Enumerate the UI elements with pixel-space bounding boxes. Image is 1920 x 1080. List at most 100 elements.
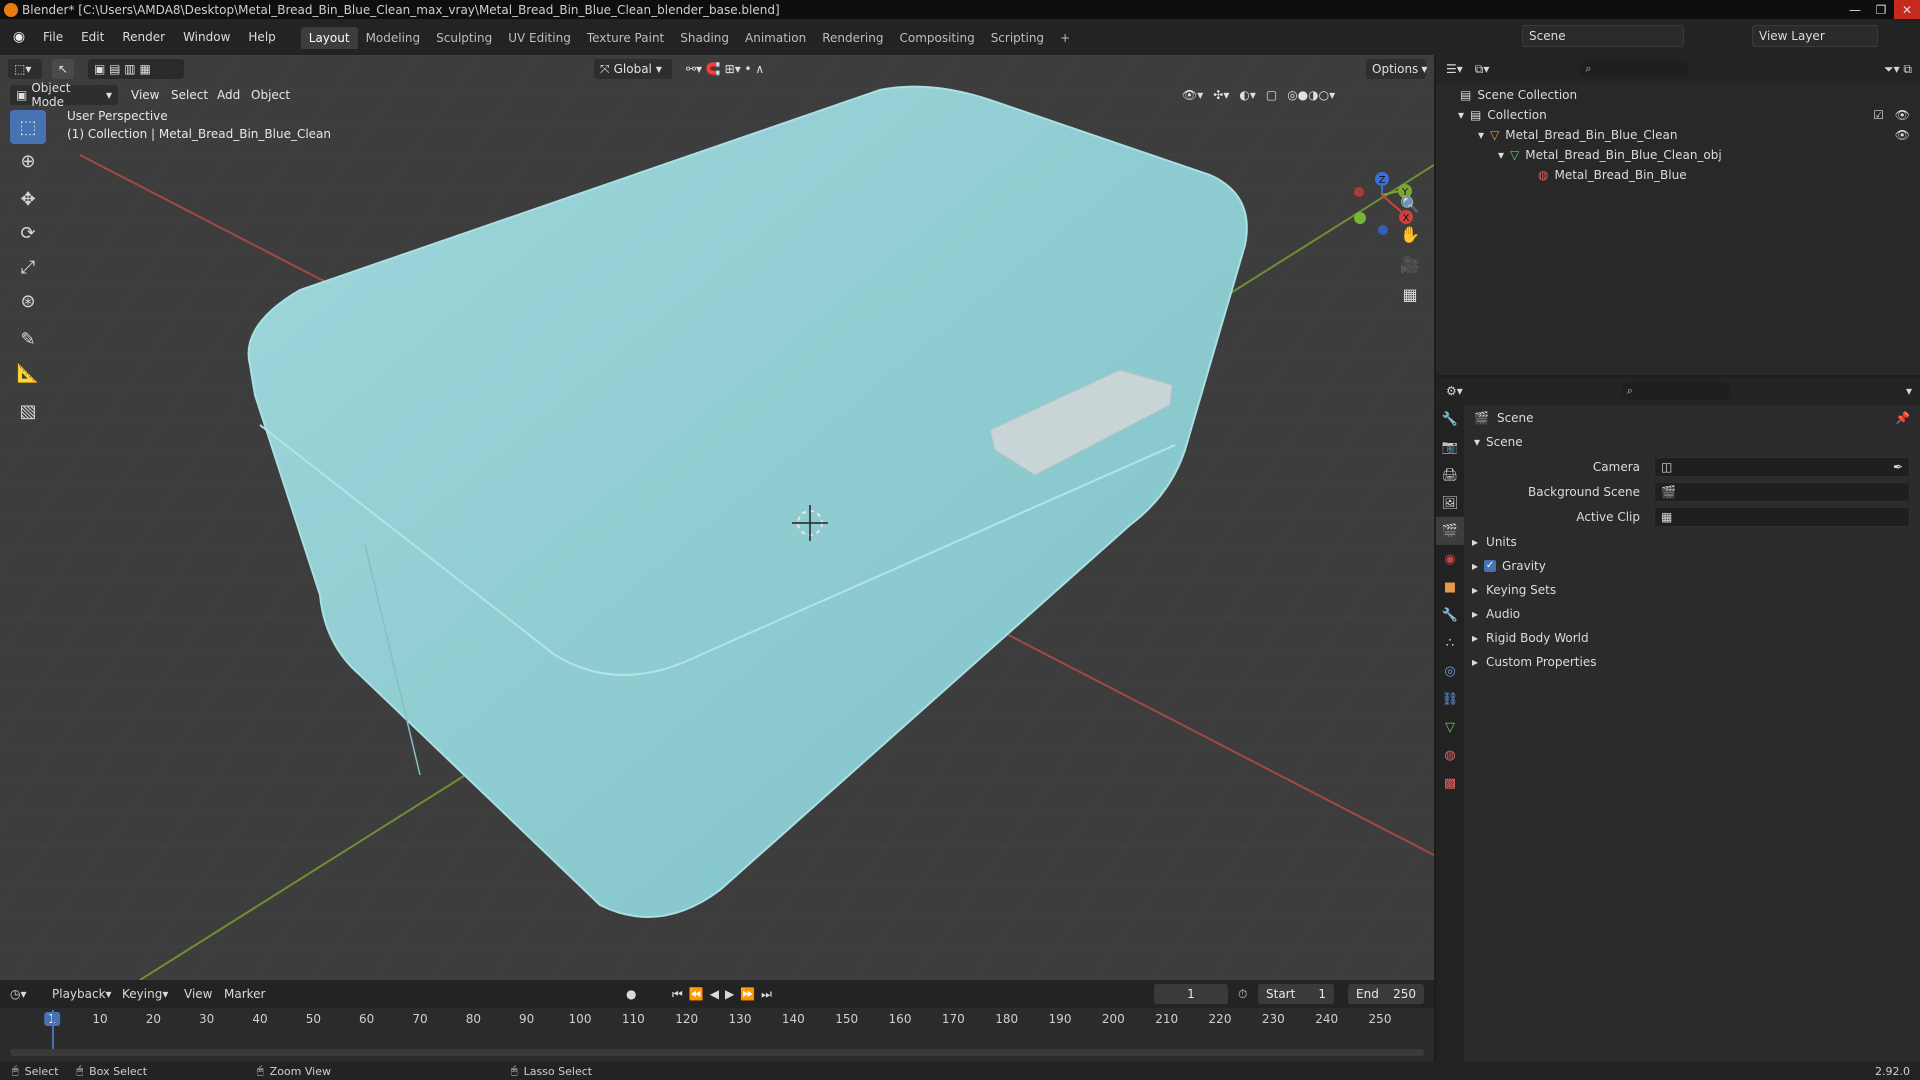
tab-output[interactable]: 🖨 [1436, 461, 1464, 489]
tab-layout[interactable]: Layout [300, 27, 358, 49]
select-box-tool[interactable]: ⬚ [10, 110, 46, 144]
tweak-tool-button[interactable]: ↖ [52, 59, 74, 79]
panel-rigid-body-world[interactable]: ▸ Rigid Body World [1472, 627, 1589, 649]
maximize-button[interactable]: ❐ [1868, 0, 1894, 19]
blender-menu-icon[interactable]: ◉ [10, 28, 28, 46]
camera-view-icon[interactable]: 🎥 [1397, 251, 1423, 277]
tab-compositing[interactable]: Compositing [891, 27, 982, 49]
menu-help[interactable]: Help [239, 30, 284, 44]
tab-particles[interactable]: ∴ [1436, 629, 1464, 657]
eye-icon[interactable]: 👁 [1895, 128, 1910, 142]
annotate-tool[interactable]: ✎ [10, 322, 46, 356]
gravity-checkbox[interactable]: ✓ [1484, 560, 1497, 572]
snapping-tools[interactable]: ⚯▾ 🧲 ⊞▾ • ∧ [680, 59, 790, 79]
menu-window[interactable]: Window [174, 30, 239, 44]
scene-panel-header[interactable]: ▾ Scene [1474, 431, 1523, 453]
close-button[interactable]: ✕ [1894, 0, 1920, 19]
outliner-editor-icon[interactable]: ☰▾ [1446, 62, 1463, 76]
camera-field[interactable]: ◫ ✒ [1654, 457, 1910, 477]
viewport-menu-select[interactable]: Select [171, 88, 208, 102]
tab-tool[interactable]: 🔧 [1436, 405, 1464, 433]
perspective-grid-icon[interactable]: ▦ [1397, 281, 1423, 307]
playhead[interactable] [52, 1010, 54, 1054]
panel-units[interactable]: ▸ Units [1472, 531, 1517, 553]
tab-physics[interactable]: ◎ [1436, 657, 1464, 685]
eyedropper-icon[interactable]: ✒ [1893, 460, 1903, 474]
expand-arrow-icon[interactable]: ▾ [1478, 128, 1484, 142]
tab-object[interactable]: ■ [1436, 573, 1464, 601]
cursor-tool[interactable]: ⊕ [10, 144, 46, 178]
outliner-row-material[interactable]: ◍ Metal_Bread_Bin_Blue [1436, 165, 1920, 185]
menu-edit[interactable]: Edit [72, 30, 113, 44]
tab-scene[interactable]: 🎬 [1436, 517, 1464, 545]
viewport-menu-view[interactable]: View [131, 88, 159, 102]
tab-render[interactable]: 📷 [1436, 433, 1464, 461]
current-frame-field[interactable]: 1 [1154, 984, 1228, 1004]
tab-modifiers[interactable]: 🔧 [1436, 601, 1464, 629]
viewport-shading-controls[interactable]: 👁▾ ✣▾ ◐▾ ▢ ◎●◑○▾ [1176, 85, 1426, 105]
menu-playback[interactable]: Playback ▾ [52, 984, 112, 1004]
frame-ruler[interactable]: 1102030405060708090100110120130140150160… [0, 1008, 1434, 1032]
tab-scripting[interactable]: Scripting [983, 27, 1052, 49]
expand-arrow-icon[interactable]: ▾ [1498, 148, 1504, 162]
panel-keying-sets[interactable]: ▸ Keying Sets [1472, 579, 1556, 601]
end-frame-field[interactable]: End 250 [1348, 984, 1424, 1004]
exclude-checkbox[interactable]: ☑ [1873, 108, 1884, 122]
view-layer-selector[interactable]: View Layer [1752, 25, 1878, 47]
menu-render[interactable]: Render [113, 30, 174, 44]
object-mode-dropdown[interactable]: ▣ Object Mode ▾ [10, 81, 118, 109]
tab-animation[interactable]: Animation [737, 27, 814, 49]
outliner-row-mesh[interactable]: ▾ ▽ Metal_Bread_Bin_Blue_Clean_obj [1436, 145, 1920, 165]
measure-tool[interactable]: 📐 [10, 356, 46, 390]
tab-material[interactable]: ◍ [1436, 741, 1464, 769]
panel-gravity[interactable]: ▸ ✓ Gravity [1472, 555, 1546, 577]
scale-tool[interactable]: ⤢ [10, 250, 46, 284]
display-mode-icon[interactable]: ⧉▾ [1475, 62, 1490, 77]
eye-icon[interactable]: 👁 [1895, 108, 1910, 122]
rotate-tool[interactable]: ⟳ [10, 216, 46, 250]
tab-texture-paint[interactable]: Texture Paint [579, 27, 672, 49]
tab-world[interactable]: ◉ [1436, 545, 1464, 573]
outliner-row-object[interactable]: ▾ ▽ Metal_Bread_Bin_Blue_Clean 👁 [1436, 125, 1920, 145]
options-dropdown[interactable]: Options ▾ [1366, 59, 1427, 79]
record-icon[interactable]: ● [626, 984, 636, 1004]
menu-marker[interactable]: Marker [224, 984, 265, 1004]
pan-hand-icon[interactable]: ✋ [1397, 221, 1423, 247]
tab-rendering[interactable]: Rendering [814, 27, 891, 49]
viewport-menu-add[interactable]: Add [217, 88, 240, 102]
transform-orientation-dropdown[interactable]: ⤧ Global ▾ [594, 59, 672, 79]
menu-file[interactable]: File [34, 30, 72, 44]
viewport-menu-object[interactable]: Object [251, 88, 290, 102]
outliner-search-input[interactable]: ⌕ [1579, 60, 1690, 78]
start-frame-field[interactable]: Start 1 [1258, 984, 1334, 1004]
expand-arrow-icon[interactable]: ▾ [1458, 108, 1464, 122]
pin-icon[interactable]: 📌 [1895, 411, 1910, 425]
filter-icon[interactable]: ⏷▾ ⧉ [1884, 62, 1912, 77]
transform-tool[interactable]: ⊛ [10, 284, 46, 318]
add-cube-tool[interactable]: ▧ [10, 394, 46, 428]
playback-controls[interactable]: ⏮⏪◀▶⏩⏭ [672, 984, 778, 1004]
tab-data[interactable]: ▽ [1436, 713, 1464, 741]
panel-audio[interactable]: ▸ Audio [1472, 603, 1520, 625]
tab-constraints[interactable]: ⛓ [1436, 685, 1464, 713]
scene-selector[interactable]: Scene [1522, 25, 1684, 47]
tab-texture[interactable]: ▩ [1436, 769, 1464, 797]
tab-uv-editing[interactable]: UV Editing [500, 27, 579, 49]
tab-sculpting[interactable]: Sculpting [428, 27, 500, 49]
add-workspace-button[interactable]: + [1052, 27, 1078, 49]
outliner-row-scene-collection[interactable]: ▤ Scene Collection [1436, 85, 1920, 105]
editor-type-button[interactable]: ⬚▾ [8, 59, 42, 79]
background-scene-field[interactable]: 🎬 [1654, 482, 1910, 502]
menu-keying[interactable]: Keying ▾ [122, 984, 168, 1004]
active-clip-field[interactable]: ▦ [1654, 507, 1910, 527]
timeline-editor-icon[interactable]: ◷▾ [10, 984, 27, 1004]
properties-editor-icon[interactable]: ⚙▾ [1446, 384, 1463, 398]
tab-view-layer[interactable]: 🖼 [1436, 489, 1464, 517]
chevron-down-icon[interactable]: ▾ [1906, 384, 1912, 398]
move-tool[interactable]: ✥ [10, 182, 46, 216]
panel-custom-properties[interactable]: ▸ Custom Properties [1472, 651, 1596, 673]
3d-viewport[interactable]: Z Y X ⬚▾ ↖ ▣ ▤ ▥ ▦ ⤧ Global ▾ ⚯▾ 🧲 ⊞▾ • ∧ … [0, 55, 1434, 980]
timeline-scrollbar[interactable] [10, 1049, 1424, 1056]
tab-shading[interactable]: Shading [672, 27, 737, 49]
zoom-icon[interactable]: 🔍 [1397, 191, 1423, 217]
